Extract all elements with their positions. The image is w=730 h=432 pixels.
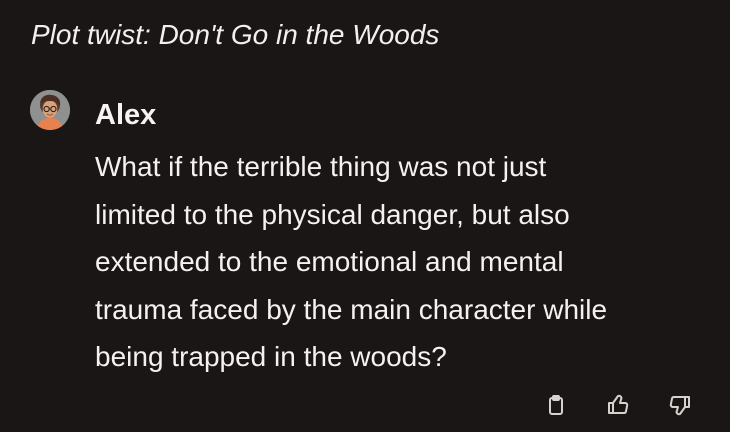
avatar[interactable]: [30, 90, 70, 130]
sender-name: Alex: [95, 99, 157, 131]
message-text-line: extended to the emotional and mental: [95, 246, 564, 277]
thumbs-up-button[interactable]: [604, 391, 632, 419]
message-text-line: limited to the physical danger, but also: [95, 198, 570, 230]
message-text-line: trauma faced by the main character while: [95, 293, 608, 325]
clipboard-icon: [544, 393, 568, 417]
message-text: What if the terrible thing was not just …: [95, 143, 725, 381]
chat-title: Plot twist: Don't Go in the Woods: [31, 19, 440, 50]
message-text-line: What if the terrible thing was not just: [95, 151, 547, 182]
message-actions: [0, 391, 730, 419]
thumbs-down-icon: [668, 393, 692, 417]
message-text-line: being trapped in the woods?: [95, 341, 447, 372]
copy-button[interactable]: [542, 391, 570, 419]
thumbs-up-icon: [606, 393, 630, 417]
thumbs-down-button[interactable]: [666, 391, 694, 419]
avatar-image: [30, 90, 70, 130]
